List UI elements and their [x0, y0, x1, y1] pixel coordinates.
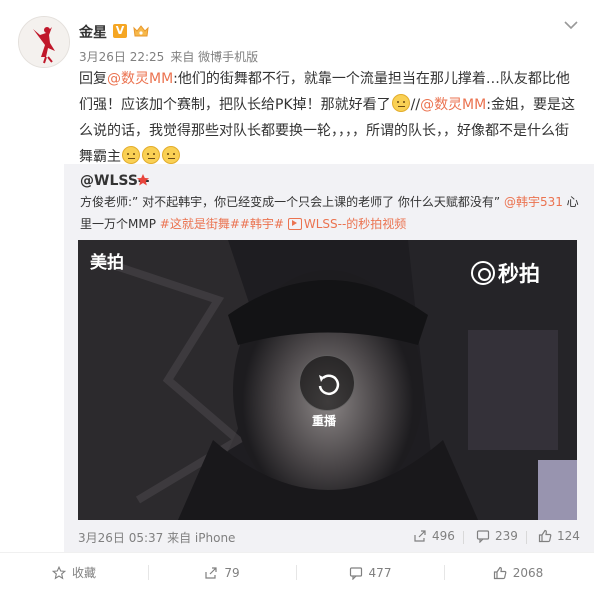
- repost-box: @WLSS-- 方俊老师:” 对不起韩宇，你已经变成一个只会上课的老师了 你什么…: [64, 164, 594, 552]
- reply-prefix: 回复: [79, 71, 107, 87]
- comment-icon: [349, 566, 362, 580]
- thumbs-up-icon: [493, 566, 507, 579]
- hashtag-link[interactable]: #这就是街舞##韩宇#: [160, 217, 284, 231]
- divider: [526, 531, 527, 544]
- post-source: 来自 微博手机版: [170, 50, 259, 64]
- mention-link[interactable]: @数灵MM: [420, 97, 486, 113]
- repost-button[interactable]: 79: [148, 553, 296, 591]
- comment-button[interactable]: 477: [296, 553, 444, 591]
- speechless-emoji-icon: [142, 146, 160, 164]
- post-meta: 3月26日 22:25 来自 微博手机版: [79, 48, 264, 65]
- star-outline-icon: [51, 565, 66, 579]
- comment-count: 477: [368, 565, 392, 580]
- chevron-down-icon[interactable]: [562, 18, 580, 32]
- comment-icon: [476, 530, 490, 543]
- favorite-label: 收藏: [71, 566, 96, 580]
- user-name[interactable]: 金星: [79, 22, 107, 42]
- repost-comment-count[interactable]: 239: [476, 529, 518, 543]
- comment-count: 239: [495, 529, 518, 543]
- like-count: 2068: [512, 565, 544, 580]
- repost-forward-count[interactable]: 496: [413, 529, 455, 543]
- divider: [463, 531, 464, 544]
- forward-icon: [414, 530, 426, 542]
- repost-like-count[interactable]: 124: [538, 529, 580, 543]
- replay-label: 重播: [312, 414, 337, 428]
- video-icon: [287, 218, 302, 230]
- video-link[interactable]: WLSS--的秒拍视频: [287, 217, 407, 231]
- post-text: 回复@数灵MM:他们的街舞都不行，就靠一个流量担当在那儿撑着…队友都比他们强！应…: [79, 66, 579, 170]
- like-count: 124: [557, 529, 580, 543]
- like-button[interactable]: 2068: [444, 553, 592, 591]
- repost-time[interactable]: 3月26日 05:37 来自 iPhone: [78, 529, 235, 546]
- replay-button[interactable]: [299, 355, 355, 411]
- avatar[interactable]: [18, 16, 70, 68]
- verified-badge: V: [113, 24, 127, 38]
- weibo-card: 金星 V 3月26日 22:25 来自 微博手机版 回复@数灵MM:他们的街舞都不…: [0, 0, 594, 591]
- repost-footer: 3月26日 05:37 来自 iPhone 496 239 124: [78, 528, 584, 548]
- wink-emoji-icon: [391, 94, 410, 112]
- repost-text: 方俊老师:” 对不起韩宇，你已经变成一个只会上课的老师了 你什么天赋都没有” @…: [80, 191, 586, 235]
- miaopai-label: 秒拍: [498, 262, 540, 286]
- miaopai-watermark: 秒拍: [471, 258, 540, 288]
- miaopai-logo-icon: [471, 261, 495, 285]
- forward-icon: [205, 566, 217, 579]
- speechless-emoji-icon: [162, 146, 180, 164]
- dancer-avatar-icon: [19, 17, 69, 67]
- post-time[interactable]: 3月26日 22:25: [79, 50, 164, 64]
- mention-link[interactable]: @韩宇531: [504, 195, 563, 209]
- meipai-watermark: 美拍: [90, 253, 124, 273]
- video-player[interactable]: 美拍 秒拍 重播: [78, 240, 577, 520]
- repost-count: 79: [224, 565, 240, 580]
- mention-link[interactable]: @数灵MM: [107, 71, 173, 87]
- replay-icon: [318, 374, 340, 395]
- thumbs-up-icon: [538, 529, 552, 543]
- video-link-label: WLSS--的秒拍视频: [303, 217, 407, 231]
- favorite-button[interactable]: 收藏: [0, 553, 148, 591]
- speechless-emoji-icon: [122, 146, 140, 164]
- action-bar: 收藏 79 477 2068: [0, 552, 594, 591]
- repost-text-segment: 方俊老师:” 对不起韩宇，你已经变成一个只会上课的老师了 你什么天赋都没有”: [80, 195, 504, 209]
- forward-count: 496: [432, 529, 455, 543]
- star-badge-icon: [137, 174, 149, 186]
- post-text-separator: //: [410, 97, 421, 113]
- member-crown-icon[interactable]: [132, 22, 150, 40]
